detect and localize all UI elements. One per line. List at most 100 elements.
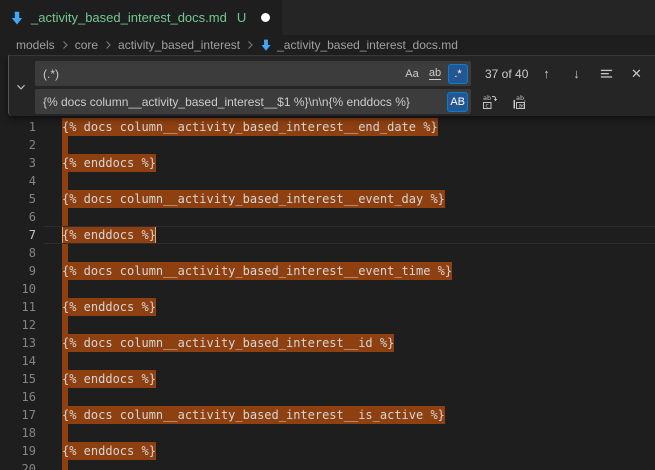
line-number: 19 <box>0 442 36 460</box>
find-match: {% enddocs %} <box>62 298 156 316</box>
breadcrumb: models core activity_based_interest _act… <box>0 35 655 55</box>
line-content: {% docs column__activity_based_interest_… <box>62 406 445 424</box>
code-line[interactable]: 1{% docs column__activity_based_interest… <box>0 118 655 136</box>
chevron-right-icon <box>59 39 71 51</box>
arrow-down-icon: ↓ <box>573 66 580 81</box>
whole-word-toggle[interactable]: ab <box>425 64 445 84</box>
code-line[interactable]: 13 {% docs column__activity_based_interes… <box>0 334 655 352</box>
replace-input-box: AB <box>35 89 471 114</box>
code-line[interactable]: 5 {% docs column__activity_based_interest… <box>0 190 655 208</box>
replace-all-button[interactable]: ab ac <box>511 93 528 110</box>
line-content <box>62 136 68 154</box>
find-replace-widget: Aa ab .* 37 of 40 ↑ <box>8 55 655 116</box>
line-number: 6 <box>0 208 36 226</box>
arrow-up-icon: ↑ <box>543 66 550 81</box>
breadcrumb-item-activity-based-interest[interactable]: activity_based_interest <box>117 38 241 52</box>
previous-match-button[interactable]: ↑ <box>538 65 555 82</box>
code-line[interactable]: 11{% enddocs %} <box>0 298 655 316</box>
find-match <box>62 244 68 262</box>
chevron-right-icon <box>102 39 114 51</box>
line-number: 9 <box>0 262 36 280</box>
code-line[interactable]: 15 {% enddocs %} <box>0 370 655 388</box>
line-content <box>62 424 68 442</box>
line-content: {% enddocs %} <box>62 298 156 316</box>
line-number: 12 <box>0 316 36 334</box>
close-icon: ✕ <box>631 66 642 82</box>
tab-title: _activity_based_interest_docs.md <box>31 10 227 25</box>
match-case-toggle[interactable]: Aa <box>402 64 422 84</box>
code-line[interactable]: 7{% enddocs %} <box>0 226 655 244</box>
line-content: {% enddocs %} <box>62 370 156 388</box>
code-line[interactable]: 3{% enddocs %} <box>0 154 655 172</box>
line-number: 15 <box>0 370 36 388</box>
breadcrumb-item-core[interactable]: core <box>74 38 99 52</box>
find-match: {% docs column__activity_based_interest_… <box>62 190 445 208</box>
replace-all-icon: ab ac <box>512 94 528 110</box>
line-content <box>62 316 68 334</box>
line-content: {% docs column__activity_based_interest_… <box>62 190 445 208</box>
code-line[interactable]: 6 <box>0 208 655 226</box>
code-line[interactable]: 18 <box>0 424 655 442</box>
replace-input[interactable] <box>35 95 447 109</box>
code-line[interactable]: 14 <box>0 352 655 370</box>
find-match <box>62 460 68 470</box>
line-number: 8 <box>0 244 36 262</box>
line-number: 14 <box>0 352 36 370</box>
line-number: 13 <box>0 334 36 352</box>
tab-activity-docs[interactable]: _activity_based_interest_docs.md U <box>0 0 282 35</box>
line-number: 5 <box>0 190 36 208</box>
code-line[interactable]: 12 <box>0 316 655 334</box>
code-line[interactable]: 2 <box>0 136 655 154</box>
regex-toggle[interactable]: .* <box>448 64 468 84</box>
find-input-box: Aa ab .* <box>35 61 471 86</box>
line-content <box>62 208 68 226</box>
markdown-file-icon <box>9 10 25 26</box>
svg-text:ab: ab <box>483 94 491 102</box>
close-find-button[interactable]: ✕ <box>628 65 645 82</box>
toggle-replace-chevron-icon[interactable] <box>12 78 30 96</box>
code-line[interactable]: 10 <box>0 280 655 298</box>
code-line[interactable]: 8 <box>0 244 655 262</box>
line-number: 1 <box>0 118 36 136</box>
next-match-button[interactable]: ↓ <box>568 65 585 82</box>
find-match: {% docs column__activity_based_interest_… <box>62 334 394 352</box>
line-content: {% docs column__activity_based_interest_… <box>62 334 394 352</box>
code-line[interactable]: 16 <box>0 388 655 406</box>
replace-button[interactable]: ab c <box>481 93 498 110</box>
line-number: 16 <box>0 388 36 406</box>
line-content: {% docs column__activity_based_interest_… <box>62 262 452 280</box>
code-line[interactable]: 19 {% enddocs %} <box>0 442 655 460</box>
preserve-case-toggle[interactable]: AB <box>447 92 468 112</box>
line-content <box>62 352 68 370</box>
line-number: 20 <box>0 460 36 470</box>
tab-bar: _activity_based_interest_docs.md U <box>0 0 655 35</box>
code-line[interactable]: 17 {% docs column__activity_based_interes… <box>0 406 655 424</box>
find-match <box>62 388 68 406</box>
selection-lines-icon <box>599 66 614 81</box>
find-input[interactable] <box>35 67 402 81</box>
find-match: {% docs column__activity_based_interest_… <box>62 262 452 280</box>
svg-text:ab: ab <box>516 94 524 102</box>
find-match <box>62 352 68 370</box>
svg-text:c: c <box>485 102 488 109</box>
unsaved-dot-icon[interactable] <box>261 13 270 22</box>
find-match: {% docs column__activity_based_interest_… <box>62 406 445 424</box>
editor[interactable]: Aa ab .* 37 of 40 ↑ <box>0 55 655 470</box>
find-in-selection-button[interactable] <box>598 65 615 82</box>
code-line[interactable]: 9 {% docs column__activity_based_interest… <box>0 262 655 280</box>
line-content: {% enddocs %} <box>62 154 156 172</box>
line-content: {% enddocs %} <box>62 442 156 460</box>
code-line[interactable]: 20 <box>0 460 655 470</box>
whole-word-label: ab <box>429 68 441 80</box>
code-line[interactable]: 4 <box>0 172 655 190</box>
svg-text:ac: ac <box>518 102 525 109</box>
line-content <box>62 172 68 190</box>
breadcrumb-item-file[interactable]: _activity_based_interest_docs.md <box>259 38 458 52</box>
find-match <box>62 424 68 442</box>
line-number: 17 <box>0 406 36 424</box>
line-content <box>62 280 68 298</box>
find-match <box>62 136 68 154</box>
breadcrumb-item-models[interactable]: models <box>15 38 56 52</box>
find-match <box>62 316 68 334</box>
line-number: 2 <box>0 136 36 154</box>
